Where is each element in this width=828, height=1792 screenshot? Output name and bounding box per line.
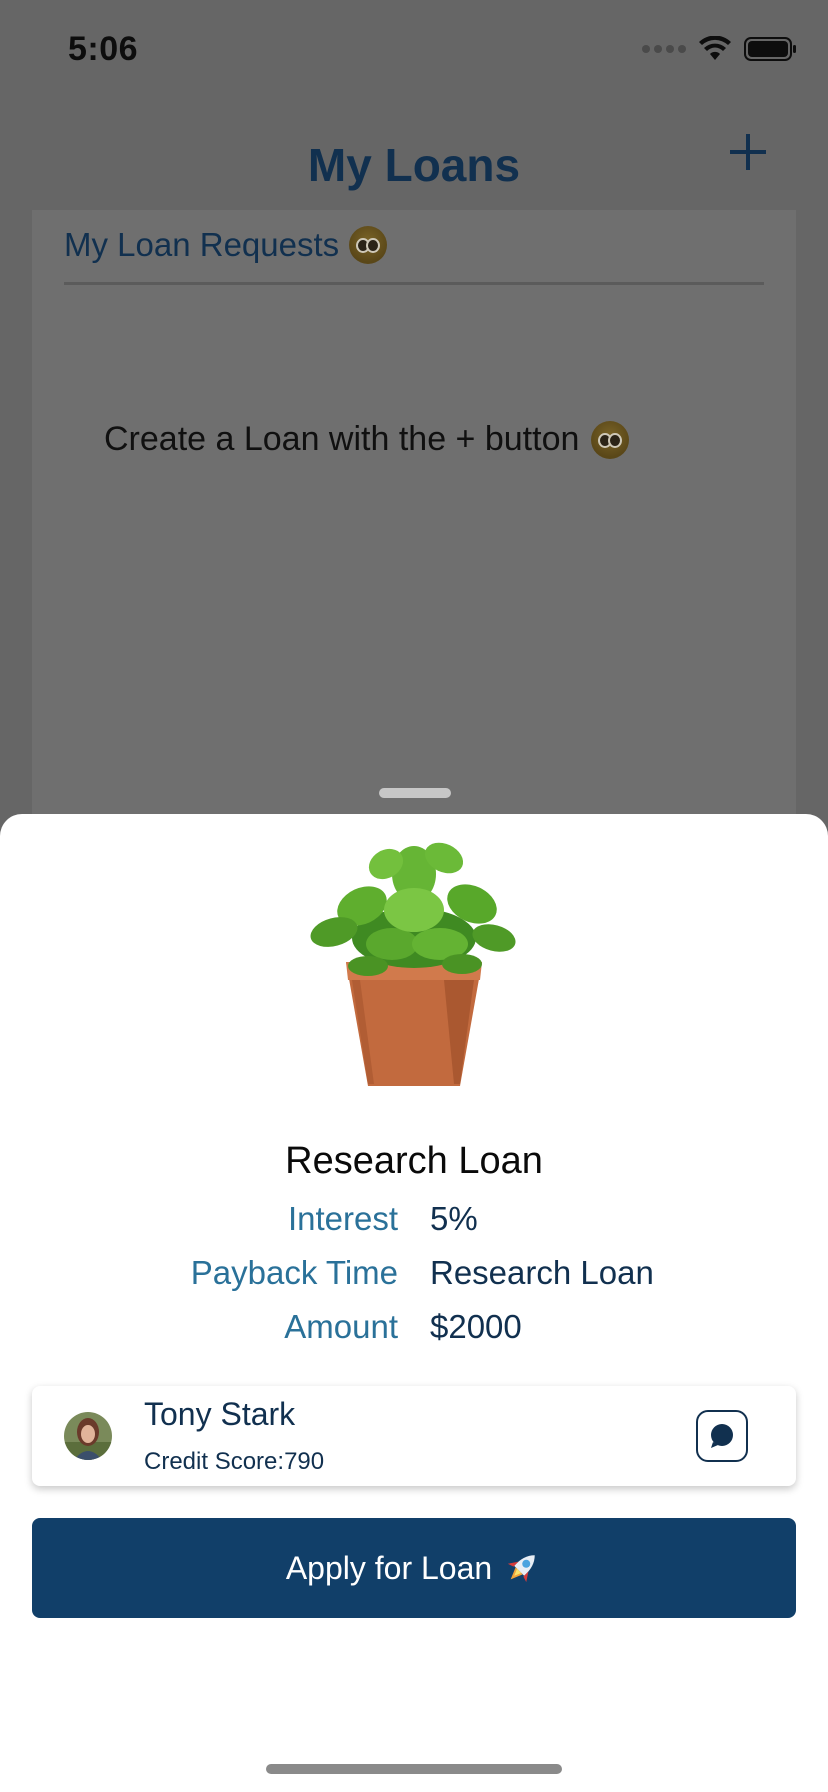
credit-score: Credit Score: 790	[144, 1448, 324, 1476]
battery-icon	[744, 37, 796, 61]
detail-row-payback-time: Payback Time Research Loan	[0, 1254, 828, 1298]
empty-state: Create a Loan with the + button	[104, 420, 630, 459]
detail-label: Amount	[284, 1308, 398, 1345]
loan-title: Research Loan	[285, 1140, 543, 1182]
lender-card[interactable]: Tony Stark Credit Score: 790	[32, 1386, 796, 1486]
loan-requests-header: My Loan Requests	[64, 226, 388, 264]
apply-for-loan-button[interactable]: Apply for Loan	[32, 1518, 796, 1618]
home-indicator[interactable]	[266, 1764, 562, 1774]
divider	[64, 282, 764, 285]
status-bar: 5:06	[0, 0, 828, 100]
wifi-icon	[699, 36, 731, 60]
status-time: 5:06	[68, 30, 139, 68]
credit-score-value: 790	[284, 1448, 325, 1475]
avatar	[64, 1412, 112, 1460]
detail-row-amount: Amount $2000	[0, 1308, 828, 1352]
rocket-icon	[508, 1555, 535, 1583]
chat-bubble-icon	[711, 1424, 733, 1448]
detail-value: 5%	[430, 1200, 478, 1237]
empty-state-text: Create a Loan with the + button	[104, 420, 580, 458]
detail-value: $2000	[430, 1308, 522, 1345]
pleading-face-icon	[349, 226, 388, 264]
cellular-signal-icon	[642, 45, 686, 53]
loan-detail-sheet: Research Loan Interest 5% Payback Time R…	[0, 814, 828, 1792]
detail-value: Research Loan	[430, 1254, 654, 1291]
screen: 5:06 My Loans My Loan Requests Create a …	[0, 0, 828, 1792]
status-icons	[642, 36, 798, 62]
detail-label: Payback Time	[190, 1254, 398, 1291]
detail-row-interest: Interest 5%	[0, 1200, 828, 1244]
pleading-face-icon	[591, 420, 630, 459]
lender-name: Tony Stark	[144, 1396, 296, 1432]
loan-requests-header-label: My Loan Requests	[64, 226, 340, 263]
page-title: My Loans	[307, 139, 521, 191]
detail-label: Interest	[287, 1200, 398, 1237]
potted-plant-image	[310, 842, 516, 1086]
chat-button[interactable]	[696, 1410, 748, 1462]
sheet-grabber[interactable]	[379, 788, 451, 798]
credit-score-label: Credit Score:	[144, 1448, 285, 1475]
plus-icon[interactable]	[724, 128, 772, 176]
loan-requests-panel	[32, 210, 796, 830]
apply-button-label: Apply for Loan	[285, 1549, 493, 1586]
